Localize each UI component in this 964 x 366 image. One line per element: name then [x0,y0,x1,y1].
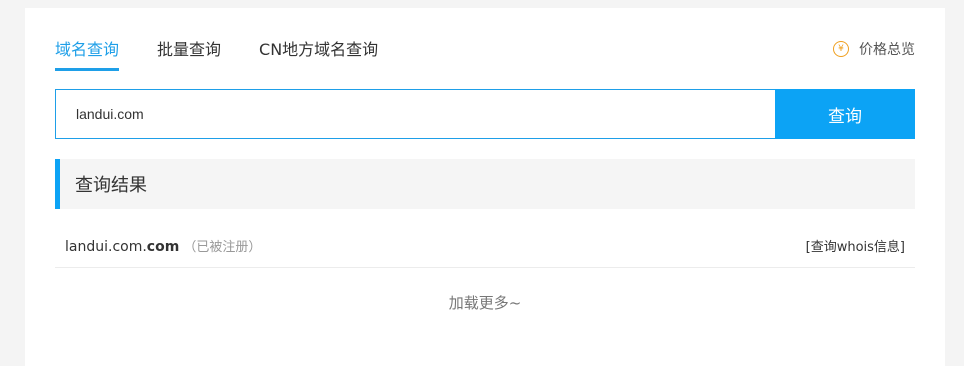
tab-batch-query[interactable]: 批量查询 [157,36,221,68]
load-more-link[interactable]: 加载更多~ [55,292,915,313]
results-header: 查询结果 [55,159,915,209]
result-row: landui.com.com （已被注册） [查询whois信息] [55,224,915,268]
tab-domain-query[interactable]: 域名查询 [55,36,120,71]
search-button[interactable]: 查询 [775,89,915,139]
price-overview-label: 价格总览 [859,42,915,58]
query-tabs: 域名查询 批量查询 CN地方域名查询 [55,36,416,71]
yen-circle-icon: ¥ [833,41,849,57]
search-bar: 查询 [55,89,915,139]
domain-query-panel: 域名查询 批量查询 CN地方域名查询 ¥ 价格总览 查询 查询结果 landui… [25,8,945,366]
whois-link[interactable]: [查询whois信息] [806,236,905,255]
domain-name: landui.com. [65,239,147,255]
domain-status: （已被注册） [183,240,262,255]
domain-result: landui.com.com （已被注册） [65,236,261,255]
domain-suffix: com [146,239,180,255]
domain-search-input[interactable] [55,89,775,139]
results-title: 查询结果 [75,175,147,196]
tab-cn-regional-query[interactable]: CN地方域名查询 [259,36,378,68]
price-overview-link[interactable]: ¥ 价格总览 [833,39,915,59]
